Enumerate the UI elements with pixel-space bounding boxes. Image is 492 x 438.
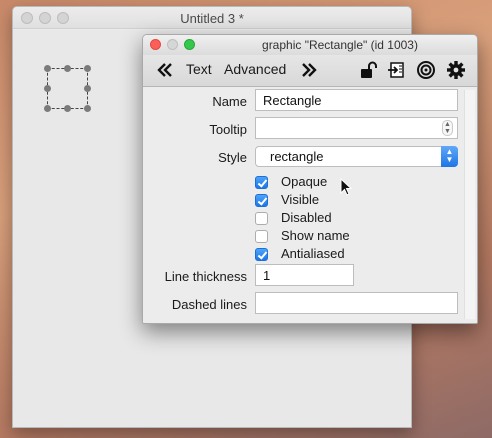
- document-title: Untitled 3 *: [180, 11, 244, 26]
- double-chevron-right-icon[interactable]: [299, 60, 319, 80]
- resize-handle[interactable]: [64, 65, 71, 72]
- vertical-scrollbar[interactable]: [464, 90, 475, 319]
- name-label: Name: [212, 94, 247, 109]
- inspector-title: graphic "Rectangle" (id 1003): [262, 38, 418, 52]
- line-thickness-label: Line thickness: [164, 269, 247, 284]
- tab-advanced[interactable]: Advanced: [224, 61, 286, 77]
- tab-text[interactable]: Text: [186, 61, 212, 77]
- antialiased-checkbox[interactable]: [255, 248, 268, 261]
- document-titlebar[interactable]: Untitled 3 *: [13, 7, 411, 29]
- minimize-button[interactable]: [167, 39, 178, 50]
- dashed-lines-field[interactable]: [255, 292, 458, 314]
- selected-rectangle-graphic[interactable]: [47, 68, 88, 109]
- resize-handle[interactable]: [44, 85, 51, 92]
- opaque-label: Opaque: [281, 174, 328, 189]
- resize-handle[interactable]: [44, 105, 51, 112]
- disabled-checkbox[interactable]: [255, 212, 268, 225]
- show-name-checkbox[interactable]: [255, 230, 268, 243]
- double-chevron-left-icon[interactable]: [155, 60, 175, 80]
- opaque-checkbox[interactable]: [255, 176, 268, 189]
- disabled-label: Disabled: [281, 210, 332, 225]
- antialiased-label: Antialiased: [281, 246, 345, 261]
- resize-handle[interactable]: [64, 105, 71, 112]
- style-label: Style: [218, 150, 247, 165]
- tooltip-field[interactable]: ▲ ▼: [255, 117, 458, 139]
- zoom-button[interactable]: [184, 39, 195, 50]
- tooltip-stepper[interactable]: ▲ ▼: [442, 120, 453, 136]
- target-icon[interactable]: [416, 60, 436, 80]
- inspector-window: graphic "Rectangle" (id 1003) Text Advan…: [142, 34, 478, 324]
- style-select[interactable]: rectangle ▲ ▼: [255, 146, 458, 167]
- properties-panel: Name Rectangle Tooltip ▲ ▼ Style rectangl…: [143, 88, 477, 323]
- chevron-up-down-icon[interactable]: ▲ ▼: [441, 146, 458, 167]
- resize-handle[interactable]: [84, 105, 91, 112]
- dashed-lines-label: Dashed lines: [171, 297, 247, 312]
- script-icon[interactable]: [386, 60, 406, 80]
- line-thickness-field[interactable]: 1: [255, 264, 354, 286]
- show-name-label: Show name: [281, 228, 350, 243]
- resize-handle[interactable]: [44, 65, 51, 72]
- inspector-toolbar: Text Advanced: [143, 55, 477, 87]
- mouse-pointer-icon: [340, 178, 352, 196]
- style-value: rectangle: [270, 149, 324, 164]
- inspector-titlebar[interactable]: graphic "Rectangle" (id 1003): [143, 35, 477, 55]
- name-field[interactable]: Rectangle: [255, 89, 458, 111]
- tooltip-label: Tooltip: [209, 122, 247, 137]
- gear-icon[interactable]: [446, 60, 466, 80]
- resize-handle[interactable]: [84, 85, 91, 92]
- visible-checkbox[interactable]: [255, 194, 268, 207]
- close-button[interactable]: [150, 39, 161, 50]
- unlock-icon[interactable]: [358, 60, 378, 80]
- visible-label: Visible: [281, 192, 320, 207]
- resize-handle[interactable]: [84, 65, 91, 72]
